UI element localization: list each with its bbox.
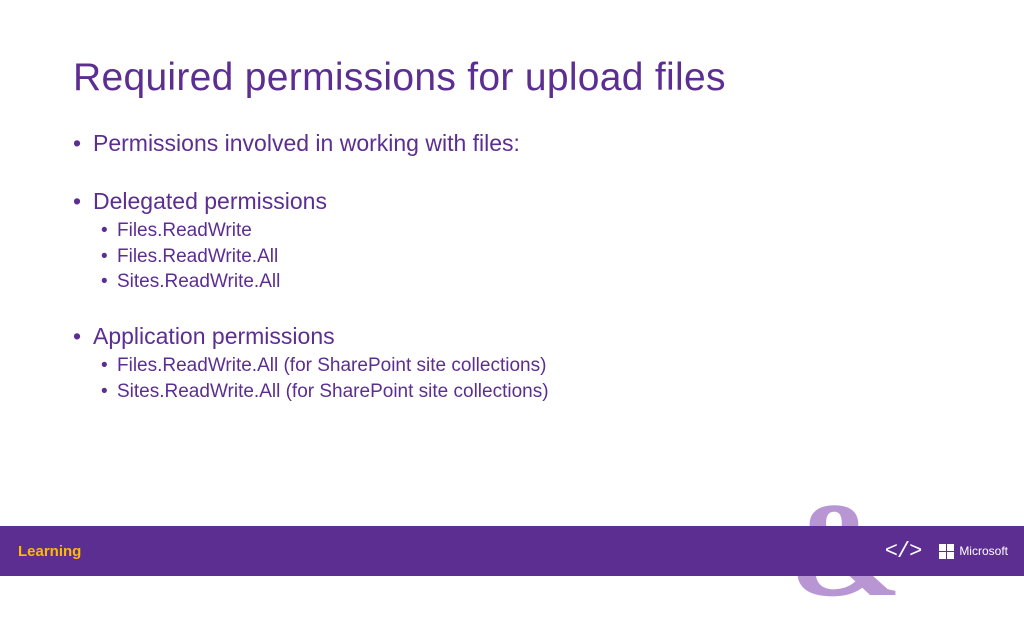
slide-title: Required permissions for upload files xyxy=(0,0,1024,100)
list-item: Files.ReadWrite xyxy=(73,218,1024,244)
microsoft-logo: Microsoft xyxy=(939,544,1008,559)
section-heading: Application permissions xyxy=(73,323,1024,350)
list-item: Sites.ReadWrite.All (for SharePoint site… xyxy=(73,379,1024,405)
microsoft-text: Microsoft xyxy=(959,544,1008,558)
list-item: Files.ReadWrite.All (for SharePoint site… xyxy=(73,353,1024,379)
intro-bullet: Permissions involved in working with fil… xyxy=(73,130,1024,157)
learning-label: Learning xyxy=(18,543,81,560)
footer-bar: Learning </> Microsoft xyxy=(0,526,1024,576)
slide-content: Permissions involved in working with fil… xyxy=(0,100,1024,404)
code-icon: </> xyxy=(885,539,922,564)
footer-right: </> Microsoft xyxy=(885,539,1008,564)
microsoft-squares-icon xyxy=(939,544,954,559)
list-item: Sites.ReadWrite.All xyxy=(73,269,1024,295)
list-item: Files.ReadWrite.All xyxy=(73,244,1024,270)
slide: Required permissions for upload files Pe… xyxy=(0,0,1024,576)
section-heading: Delegated permissions xyxy=(73,188,1024,215)
